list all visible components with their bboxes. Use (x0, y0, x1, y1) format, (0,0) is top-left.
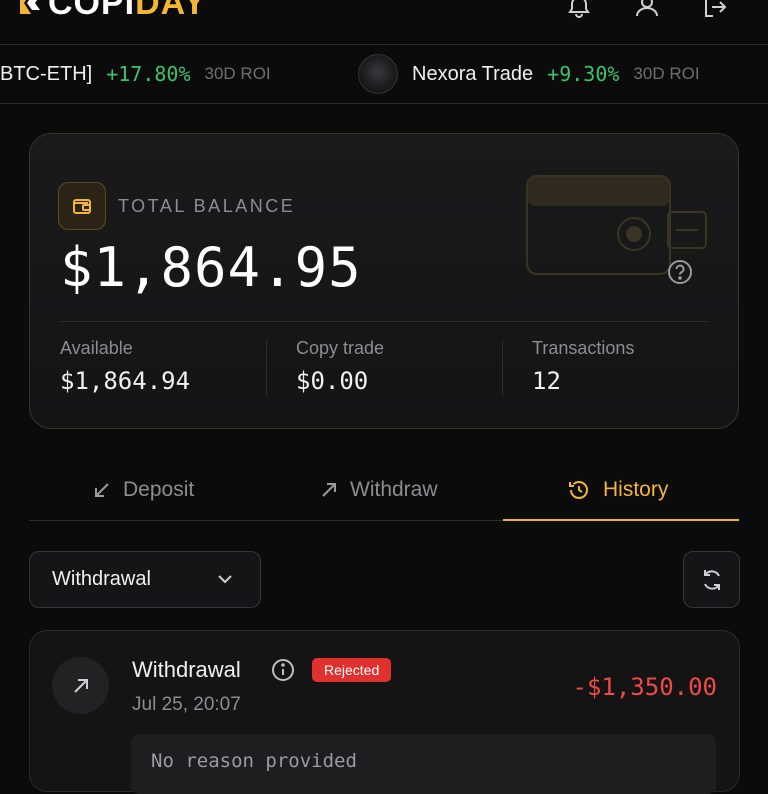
ticker-name: Nexora Trade (412, 62, 534, 85)
help-icon[interactable] (666, 258, 694, 286)
wallet-icon (73, 199, 91, 214)
stat-label: Available (60, 338, 133, 358)
trader-ticker: BTC-ETH] +17.80% 30D ROI Nexora Trade +9… (0, 45, 768, 104)
ticker-change: +9.30% (547, 62, 620, 86)
arrow-up-right-icon (73, 678, 88, 693)
stat-value: $0.00 (296, 367, 369, 395)
refresh-icon (703, 569, 720, 590)
refresh-button[interactable] (683, 551, 740, 608)
stat-separator (502, 340, 503, 396)
tab-withdraw[interactable]: Withdraw (320, 460, 438, 520)
ticker-item[interactable]: Nexora Trade +9.30% 30D ROI (358, 45, 700, 103)
card-divider (60, 321, 708, 322)
tab-label: Deposit (123, 478, 195, 501)
transaction-title: Withdrawal (132, 657, 241, 682)
logout-icon[interactable] (702, 0, 728, 20)
status-badge: Rejected (312, 658, 392, 682)
arrow-up-right-icon (322, 483, 336, 497)
stat-transactions: Transactions 12 (532, 338, 634, 395)
wallet-tabs: Deposit Withdraw History (29, 460, 739, 521)
tab-label: History (603, 478, 669, 501)
transaction-amount: -$1,350.00 (572, 673, 718, 701)
history-icon (569, 481, 588, 499)
info-icon[interactable] (270, 657, 296, 683)
bell-icon[interactable] (566, 0, 592, 20)
brand-name-part1: COPI (48, 0, 136, 22)
ticker-item[interactable]: BTC-ETH] +17.80% 30D ROI (0, 45, 271, 103)
logo-mark-icon (20, 0, 40, 14)
transaction-type-select[interactable]: Withdrawal (29, 551, 261, 608)
stat-copy-trade: Copy trade $0.00 (296, 338, 384, 395)
ticker-period: 30D ROI (633, 64, 700, 83)
brand-name-part2: DAY (135, 0, 207, 22)
balance-label: TOTAL BALANCE (118, 196, 296, 216)
ticker-period: 30D ROI (204, 64, 271, 83)
tab-deposit[interactable]: Deposit (93, 460, 194, 520)
tab-history[interactable]: History (567, 460, 668, 520)
app-header: COPIDAY (0, 0, 768, 45)
arrow-down-left-icon (95, 483, 109, 497)
total-balance-amount: $1,864.95 (60, 236, 362, 299)
chevron-down-icon (218, 575, 232, 584)
stat-separator (266, 340, 267, 396)
transaction-type-badge (52, 657, 109, 714)
brand-logo[interactable]: COPIDAY (18, 0, 207, 20)
rejection-reason: No reason provided (151, 750, 357, 772)
trader-avatar (358, 54, 398, 94)
ticker-name: BTC-ETH] (0, 62, 93, 85)
stat-label: Transactions (532, 338, 635, 358)
stat-value: $1,864.94 (60, 367, 191, 395)
stat-label: Copy trade (296, 338, 385, 358)
balance-card: TOTAL BALANCE $1,864.95 Available $1,864… (29, 133, 739, 429)
active-tab-indicator (503, 519, 739, 521)
wallet-badge (58, 182, 106, 230)
user-icon[interactable] (634, 0, 660, 20)
ticker-change: +17.80% (106, 62, 191, 86)
select-value: Withdrawal (52, 568, 151, 590)
transaction-date: Jul 25, 20:07 (132, 694, 241, 715)
rejection-reason-box: No reason provided (131, 734, 716, 794)
tab-label: Withdraw (350, 478, 438, 501)
stat-value: 12 (532, 367, 561, 395)
stat-available: Available $1,864.94 (60, 338, 190, 395)
